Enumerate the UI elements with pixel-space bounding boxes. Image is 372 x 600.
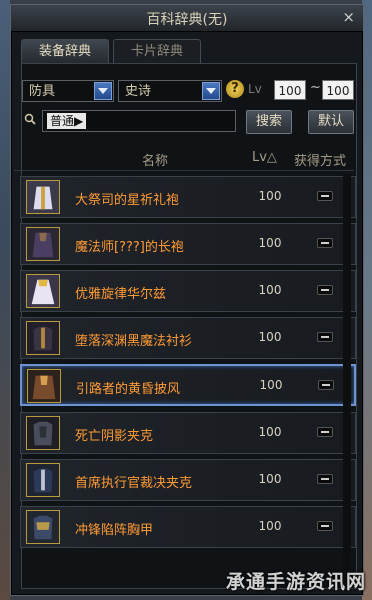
item-level: 100 <box>258 189 282 203</box>
column-header-level[interactable]: Lv△ <box>252 150 277 165</box>
item-row[interactable]: 魔法师[???]的长袍 100 <box>20 223 356 265</box>
search-icon <box>24 113 36 125</box>
item-row[interactable]: 首席执行官裁决夹克 100 <box>20 459 356 501</box>
acquire-collapse-icon[interactable] <box>317 427 333 437</box>
acquire-collapse-icon[interactable] <box>317 332 333 342</box>
level-label: Lv <box>248 82 262 96</box>
item-name: 堕落深渊黑魔法衬衫 <box>75 334 193 349</box>
item-level: 100 <box>259 378 283 392</box>
item-level: 100 <box>258 283 282 297</box>
search-input[interactable]: 普通▶ <box>42 110 236 132</box>
tab-equipment-dictionary[interactable]: 装备辞典 <box>21 39 109 64</box>
white-gold-dress-icon <box>26 274 60 308</box>
item-level: 100 <box>258 472 282 486</box>
item-name: 死亡阴影夹克 <box>75 429 154 444</box>
background-left <box>0 0 10 600</box>
rarity-select[interactable]: 史诗 <box>118 80 222 102</box>
category-select-value: 防具 <box>29 84 56 99</box>
chevron-down-icon[interactable] <box>94 82 112 100</box>
ceo-jacket-icon <box>26 463 60 497</box>
help-icon[interactable]: ? <box>226 80 244 98</box>
item-name: 引路者的黄昏披风 <box>76 382 181 397</box>
item-row[interactable]: 优雅旋律华尔兹 100 <box>20 270 356 312</box>
item-level: 100 <box>258 425 282 439</box>
item-row-selected[interactable]: 引路者的黄昏披风 100 <box>20 364 356 406</box>
dark-robe-icon <box>26 227 60 261</box>
item-name: 冲锋陷阵胸甲 <box>75 523 154 538</box>
item-name: 首席执行官裁决夹克 <box>75 476 193 491</box>
level-min-input[interactable]: 100 <box>274 80 306 100</box>
acquire-collapse-icon[interactable] <box>317 521 333 531</box>
acquire-collapse-icon[interactable] <box>317 474 333 484</box>
window-title: 百科辞典(无) <box>146 12 228 28</box>
column-header-name[interactable]: 名称 <box>142 150 168 169</box>
level-max-input[interactable]: 100 <box>322 80 354 100</box>
breastplate-icon <box>26 510 60 544</box>
white-robe-icon <box>26 180 60 214</box>
item-row[interactable]: 死亡阴影夹克 100 <box>20 412 356 454</box>
acquire-collapse-icon[interactable] <box>317 238 333 248</box>
acquire-collapse-icon[interactable] <box>318 380 334 390</box>
dark-shirt-icon <box>26 321 60 355</box>
item-level: 100 <box>258 519 282 533</box>
acquire-collapse-icon[interactable] <box>317 191 333 201</box>
item-name: 魔法师[???]的长袍 <box>75 240 184 255</box>
item-name: 优雅旋律华尔兹 <box>75 287 167 302</box>
rarity-select-value: 史诗 <box>125 84 152 99</box>
column-header-acquire: 获得方式 <box>294 154 347 169</box>
shadow-jacket-icon <box>26 416 60 450</box>
search-button[interactable]: 搜索 <box>246 110 292 134</box>
reset-button[interactable]: 默认 <box>308 110 354 134</box>
list-scrollbar[interactable] <box>343 174 351 570</box>
search-input-value: 普通▶ <box>47 113 87 129</box>
acquire-collapse-icon[interactable] <box>317 285 333 295</box>
category-select[interactable]: 防具 <box>22 80 114 102</box>
header-divider <box>14 170 354 171</box>
close-icon[interactable]: × <box>342 8 355 26</box>
dusk-cloak-icon <box>27 369 61 403</box>
item-level: 100 <box>258 236 282 250</box>
item-level: 100 <box>258 330 282 344</box>
watermark: 承通手游资讯网 <box>225 571 366 593</box>
title-bar[interactable]: 百科辞典(无) × <box>11 5 363 32</box>
tab-card-dictionary[interactable]: 卡片辞典 <box>113 39 201 64</box>
item-row[interactable]: 冲锋陷阵胸甲 100 <box>20 506 356 548</box>
level-range-separator: ~ <box>310 80 321 95</box>
item-row[interactable]: 大祭司的星祈礼袍 100 <box>20 176 356 218</box>
chevron-down-icon[interactable] <box>202 82 220 100</box>
item-name: 大祭司的星祈礼袍 <box>75 193 180 208</box>
item-row[interactable]: 堕落深渊黑魔法衬衫 100 <box>20 317 356 359</box>
